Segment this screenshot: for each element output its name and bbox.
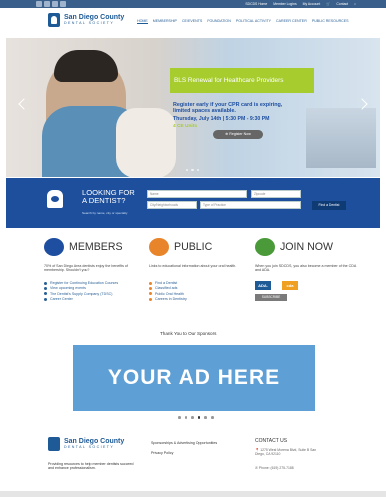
- utility-link-contact[interactable]: Contact: [336, 1, 348, 7]
- site-footer: [6, 426, 380, 490]
- slider-dot[interactable]: [186, 169, 189, 172]
- dentist-finder-heading: LOOKING FOR A DENTIST?: [82, 189, 135, 205]
- name-field[interactable]: Name: [147, 190, 247, 198]
- nav-public-resources[interactable]: PUBLIC RESOURCES: [312, 19, 349, 24]
- public-text: Links to educational information about y…: [149, 264, 237, 268]
- slider-dots: [186, 169, 200, 172]
- nav-home[interactable]: HOME: [137, 19, 148, 24]
- bottom-bar: [0, 491, 386, 497]
- social-links: [36, 1, 66, 7]
- linkedin-icon[interactable]: [52, 1, 58, 7]
- ada-logo[interactable]: ADA.: [255, 281, 271, 290]
- footer-address-text: 1275 West Morena Blvd, Suite B San Diego…: [255, 448, 317, 457]
- members-icon: [44, 238, 64, 256]
- join-text: When you join SDCDS, you also become a m…: [255, 264, 357, 273]
- register-now-button[interactable]: ⊕ Register Now: [213, 130, 263, 139]
- members-link[interactable]: Career Center: [44, 297, 118, 302]
- footer-address: 📍 1275 West Morena Blvd, Suite B San Die…: [255, 448, 325, 457]
- members-title[interactable]: MEMBERS: [69, 241, 123, 253]
- footer-contact-title: CONTACT US: [255, 438, 288, 444]
- hero-promo-date: Thursday, July 14th | 5:30 PM - 9:30 PM: [173, 116, 270, 122]
- utility-link-home[interactable]: SDCDS Home: [245, 1, 267, 7]
- youtube-icon[interactable]: [60, 1, 66, 7]
- nav-career-center[interactable]: CAREER CENTER: [276, 19, 307, 24]
- footer-logo-title: San Diego County: [64, 438, 125, 445]
- dentist-heading-line2: A DENTIST?: [82, 196, 126, 205]
- location-pin-icon: 📍: [255, 448, 260, 452]
- tooth-icon: [47, 190, 63, 208]
- sponsor-slider-dots: [178, 416, 214, 419]
- footer-link-sponsorships[interactable]: Sponsorships & Advertising Opportunities: [151, 438, 217, 448]
- hero-promo-line2: limited spaces available.: [173, 108, 236, 114]
- cda-logo[interactable]: cda: [282, 281, 298, 290]
- sponsors-title: Thank You to Our Sponsors: [160, 331, 217, 336]
- site-logo[interactable]: San Diego County DENTAL SOCIETY: [48, 13, 124, 27]
- members-text: 70% of San Diego Area dentists enjoy the…: [44, 264, 128, 273]
- slider-dot[interactable]: [191, 416, 194, 419]
- register-now-label: Register Now: [229, 132, 251, 136]
- tooth-logo-icon: [48, 437, 60, 451]
- main-nav: HOME MEMBERSHIP CE/EVENTS FOUNDATION POL…: [137, 19, 349, 24]
- public-title[interactable]: PUBLIC: [174, 241, 212, 253]
- slider-dot[interactable]: [191, 169, 194, 172]
- city-field[interactable]: City/Neighborhoods: [147, 201, 197, 209]
- twitter-icon[interactable]: [44, 1, 50, 7]
- slider-dot[interactable]: [184, 416, 188, 419]
- utility-links: SDCDS Home Member Logins My Account 🛒 Co…: [245, 1, 356, 7]
- find-dentist-button[interactable]: Find a Dentist: [312, 201, 346, 210]
- nav-ce-events[interactable]: CE/EVENTS: [182, 19, 202, 24]
- slider-dot[interactable]: [196, 169, 200, 172]
- join-title[interactable]: JOIN NOW: [280, 241, 333, 253]
- slider-dot[interactable]: [204, 416, 207, 419]
- zipcode-field[interactable]: Zipcode: [251, 190, 301, 198]
- public-links: Find a Dentist Classified ads Public Ora…: [149, 281, 187, 303]
- hero-banner: BLS Renewal for Healthcare Providers: [170, 68, 314, 93]
- footer-links: Sponsorships & Advertising Opportunities…: [151, 438, 217, 458]
- footer-logo[interactable]: San Diego County DENTAL SOCIETY: [48, 437, 124, 451]
- footer-logo-subtitle: DENTAL SOCIETY: [64, 445, 115, 449]
- logo-title: San Diego County: [64, 14, 125, 21]
- slider-dot-active[interactable]: [197, 416, 201, 419]
- tooth-logo-icon: [48, 13, 60, 27]
- nav-political-activity[interactable]: POLITICAL ACTIVITY: [236, 19, 271, 24]
- public-link[interactable]: Careers in Dentistry: [149, 297, 187, 302]
- slider-dot[interactable]: [178, 416, 181, 419]
- logo-subtitle: DENTAL SOCIETY: [64, 21, 115, 25]
- nav-membership[interactable]: MEMBERSHIP: [153, 19, 177, 24]
- facebook-icon[interactable]: [36, 1, 42, 7]
- slider-dot[interactable]: [210, 416, 214, 419]
- sponsor-ad-text: YOUR AD HERE: [107, 366, 281, 389]
- nav-foundation[interactable]: FOUNDATION: [207, 19, 231, 24]
- dentist-finder-hint: Search by name, city or specialty: [82, 211, 128, 215]
- footer-tagline: Providing resources to help member denti…: [48, 462, 134, 471]
- phone-icon: ✆: [255, 466, 258, 470]
- footer-link-privacy[interactable]: Privacy Policy: [151, 448, 217, 458]
- hero-cpr-dummy: [116, 108, 176, 177]
- subscribe-button[interactable]: SUBSCRIBE: [255, 294, 287, 301]
- cart-icon[interactable]: 🛒: [326, 1, 330, 7]
- hero-city-image: [306, 108, 376, 168]
- public-icon: [149, 238, 169, 256]
- utility-link-logins[interactable]: Member Logins: [273, 1, 296, 7]
- utility-link-account[interactable]: My Account: [303, 1, 321, 7]
- footer-phone: ✆ Phone: (619) 275-7188: [255, 466, 294, 470]
- members-links: Register for Continuing Education Course…: [44, 281, 118, 303]
- hero-promo-text: Register early if your CPR card is expir…: [173, 102, 323, 114]
- slider-prev-icon[interactable]: [18, 98, 30, 110]
- hero-person-hair: [54, 50, 118, 82]
- hero-promo-ce: 4 CE Units: [173, 124, 197, 129]
- join-icon: [255, 238, 275, 256]
- practice-type-field[interactable]: Type of Practice: [200, 201, 301, 209]
- footer-phone-text[interactable]: Phone: (619) 275-7188: [259, 466, 294, 470]
- search-icon[interactable]: ⌕: [354, 1, 356, 7]
